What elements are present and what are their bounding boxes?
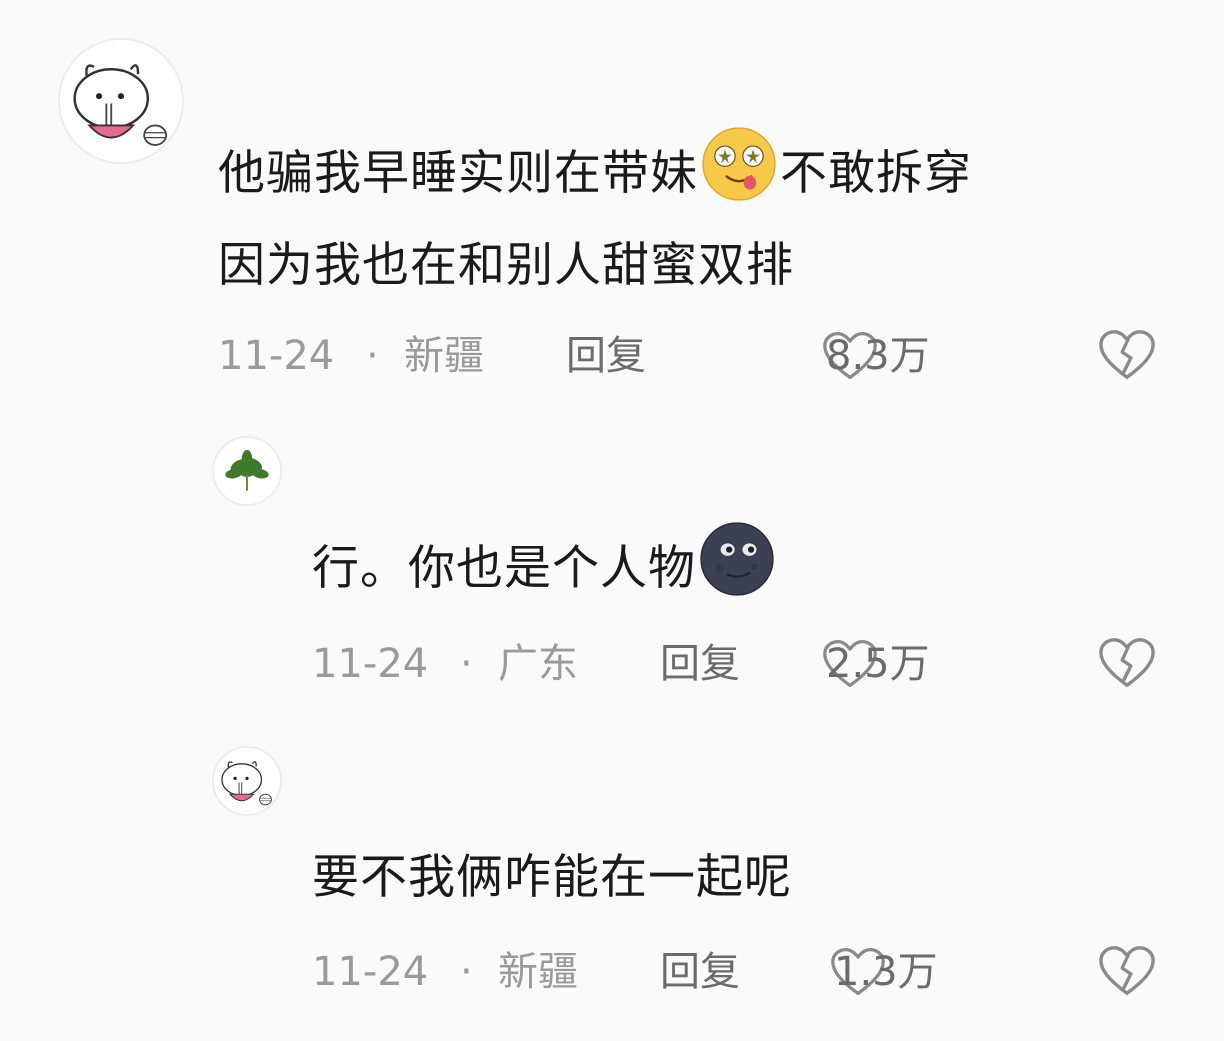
avatar[interactable] bbox=[212, 436, 282, 506]
dislike-button[interactable] bbox=[1098, 328, 1156, 382]
reply-button[interactable]: 回复 bbox=[660, 942, 740, 1002]
comment-date: 11-24 bbox=[218, 333, 335, 379]
comment-meta: 11-24 · 广东 回复 2.5万 bbox=[312, 634, 1198, 694]
comment-meta: 11-24 · 新疆 回复 8.3万 bbox=[218, 326, 1198, 386]
like-button[interactable]: 1.3万 bbox=[830, 942, 938, 1002]
comment-item: 他骗我早睡实则在带妹 不敢拆穿 因为我也在和别人甜蜜双排 11-24 · 新疆 回… bbox=[0, 0, 1224, 400]
like-button[interactable]: 8.3万 bbox=[822, 326, 930, 386]
comment-meta: 11-24 · 新疆 回复 1.3万 bbox=[312, 942, 1198, 1002]
comment-location: 新疆 bbox=[498, 949, 578, 995]
comment-date: 11-24 bbox=[312, 949, 429, 995]
comment-text: 他骗我早睡实则在带妹 不敢拆穿 因为我也在和别人甜蜜双排 bbox=[218, 125, 1178, 312]
meta-separator: · bbox=[460, 949, 473, 995]
new-moon-face-emoji-icon bbox=[698, 520, 776, 598]
like-count: 2.5万 bbox=[826, 641, 930, 687]
bunny-avatar-icon bbox=[60, 40, 182, 162]
like-count: 8.3万 bbox=[826, 333, 930, 379]
comment-item: 行。你也是个人物 11-24 · 广东 回复 2.5万 bbox=[0, 400, 1224, 720]
comment-location: 新疆 bbox=[404, 333, 484, 379]
like-count: 1.3万 bbox=[834, 949, 938, 995]
comment-text: 要不我俩咋能在一起呢 bbox=[312, 850, 792, 905]
leaves-avatar-icon bbox=[214, 438, 280, 504]
avatar[interactable] bbox=[58, 38, 184, 164]
dislike-button[interactable] bbox=[1098, 944, 1156, 998]
bunny-avatar-icon bbox=[214, 748, 280, 814]
drooling-face-emoji-icon bbox=[700, 125, 778, 203]
meta-separator: · bbox=[460, 641, 473, 687]
comment-text: 行。你也是个人物 bbox=[312, 520, 1192, 615]
like-button[interactable]: 2.5万 bbox=[822, 634, 930, 694]
dislike-button[interactable] bbox=[1098, 636, 1156, 690]
broken-heart-icon bbox=[1099, 330, 1155, 379]
comment-item: 要不我俩咋能在一起呢 11-24 · 新疆 回复 1.3万 bbox=[0, 720, 1224, 1041]
meta-separator: · bbox=[366, 333, 379, 379]
comment-date: 11-24 bbox=[312, 641, 429, 687]
broken-heart-icon bbox=[1099, 946, 1155, 995]
reply-button[interactable]: 回复 bbox=[660, 634, 740, 694]
reply-button[interactable]: 回复 bbox=[566, 326, 646, 386]
avatar[interactable] bbox=[212, 746, 282, 816]
comment-location: 广东 bbox=[498, 641, 578, 687]
broken-heart-icon bbox=[1099, 638, 1155, 687]
